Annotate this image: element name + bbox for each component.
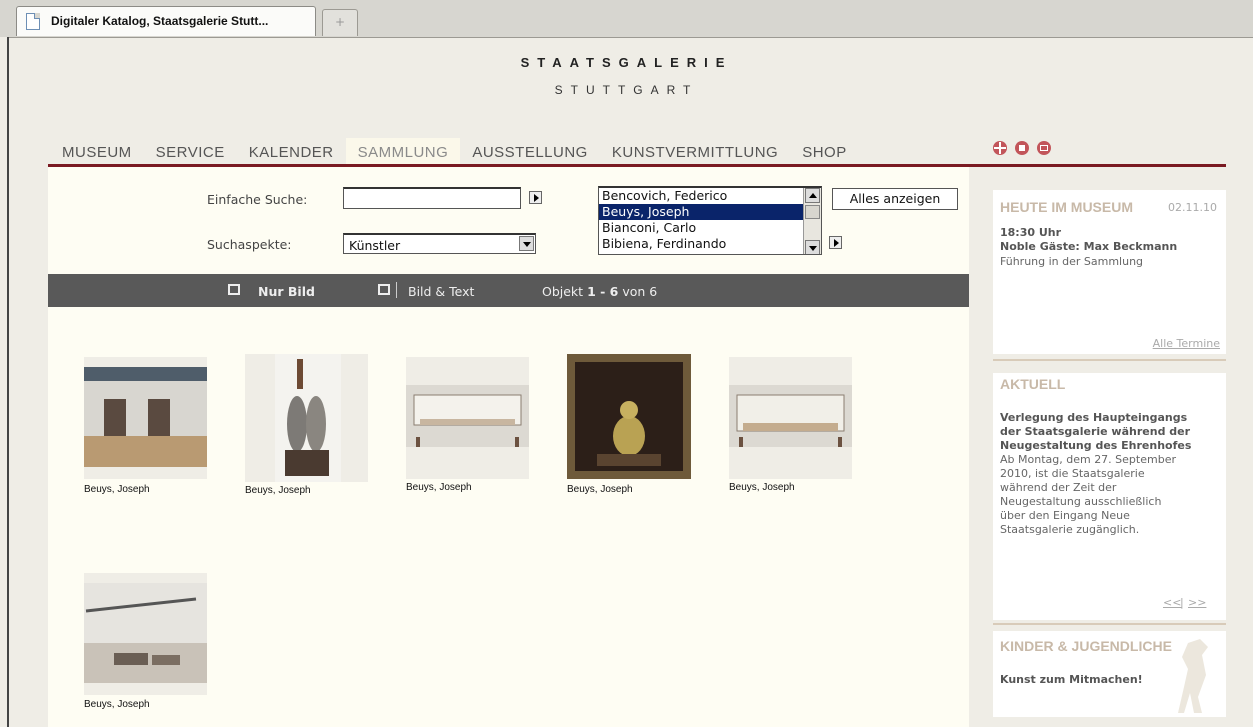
browser-tab-bar: Digitaler Katalog, Staatsgalerie Stutt..… <box>0 0 1253 38</box>
chevron-down-icon[interactable] <box>519 236 534 251</box>
artist-listbox[interactable]: Bencovich, Federico Beuys, Joseph Bianco… <box>598 186 822 255</box>
search-go-button[interactable] <box>529 191 542 204</box>
view-image-text[interactable]: Bild & Text <box>408 284 474 299</box>
kids-figure-icon <box>1178 639 1208 713</box>
uk-flag-icon[interactable] <box>993 141 1007 155</box>
scroll-down-icon[interactable] <box>805 240 820 254</box>
sidebar-divider <box>993 359 1226 361</box>
artist-option[interactable]: Bibiena, Ferdinando <box>599 236 821 252</box>
artist-option-selected[interactable]: Beuys, Joseph <box>599 204 821 220</box>
artwork-caption[interactable]: Beuys, Joseph <box>729 482 795 493</box>
object-count-prefix: Objekt <box>542 284 584 299</box>
artwork-thumbnail[interactable] <box>84 573 207 695</box>
nav-ausstellung[interactable]: AUSSTELLUNG <box>460 138 600 166</box>
artist-option[interactable]: Bencovich, Federico <box>599 188 821 204</box>
today-date: 02.11.10 <box>1168 201 1217 214</box>
browser-tab[interactable]: Digitaler Katalog, Staatsgalerie Stutt..… <box>16 6 316 36</box>
event-time: 18:30 Uhr <box>1000 226 1062 239</box>
news-title: AKTUELL <box>1000 376 1066 392</box>
nav-service[interactable]: SERVICE <box>144 138 237 166</box>
artwork-caption[interactable]: Beuys, Joseph <box>567 484 633 495</box>
news-body-line: Ab Montag, dem 27. September <box>1000 453 1176 466</box>
simple-search-input[interactable] <box>343 187 521 209</box>
object-count-suffix: von 6 <box>622 284 658 299</box>
nav-sammlung[interactable]: SAMMLUNG <box>345 138 461 166</box>
artwork-thumbnail[interactable] <box>406 357 529 479</box>
event-title[interactable]: Noble Gäste: Max Beckmann <box>1000 240 1177 253</box>
artwork-caption[interactable]: Beuys, Joseph <box>84 699 150 710</box>
today-panel: HEUTE IM MUSEUM 02.11.10 18:30 Uhr Noble… <box>993 190 1226 354</box>
news-headline-line[interactable]: der Staatsgalerie während der <box>1000 425 1190 438</box>
artwork-thumbnail[interactable] <box>84 357 207 479</box>
nav-kalender[interactable]: KALENDER <box>237 138 346 166</box>
scroll-thumb[interactable] <box>805 205 820 219</box>
grid-icon[interactable] <box>228 284 240 295</box>
sidebar-divider <box>993 623 1226 625</box>
today-title: HEUTE IM MUSEUM <box>1000 199 1133 215</box>
news-body-line: Neugestaltung ausschließlich <box>1000 495 1162 508</box>
nav-icon-group <box>993 141 1051 155</box>
kids-panel[interactable]: KINDER & JUGENDLICHE Kunst zum Mitmachen… <box>993 631 1226 717</box>
artwork-thumbnail[interactable] <box>729 357 852 479</box>
object-count: Objekt 1 - 6 von 6 <box>542 284 657 299</box>
logo-title[interactable]: STAATSGALERIE <box>0 55 1253 70</box>
all-dates-link[interactable]: Alle Termine <box>1153 337 1220 350</box>
view-separator <box>396 282 397 298</box>
main-navigation: MUSEUM SERVICE KALENDER SAMMLUNG AUSSTEL… <box>48 138 859 166</box>
view-image-only[interactable]: Nur Bild <box>258 284 315 299</box>
page-icon <box>26 13 40 30</box>
news-prev-link[interactable]: << <box>1163 596 1181 609</box>
news-body-line: über den Eingang Neue <box>1000 509 1130 522</box>
news-body-line: Staatsgalerie zugänglich. <box>1000 523 1140 536</box>
artwork-caption[interactable]: Beuys, Joseph <box>84 484 150 495</box>
tab-title: Digitaler Katalog, Staatsgalerie Stutt..… <box>51 14 269 28</box>
nav-kunstvermittlung[interactable]: KUNSTVERMITTLUNG <box>600 138 790 166</box>
event-subtitle: Führung in der Sammlung <box>1000 255 1144 268</box>
nav-museum[interactable]: MUSEUM <box>48 138 144 166</box>
window-frame <box>0 37 9 727</box>
home-icon[interactable] <box>1015 141 1029 155</box>
artwork-caption[interactable]: Beuys, Joseph <box>245 485 311 496</box>
view-toolbar: Nur Bild Bild & Text Objekt 1 - 6 von 6 <box>48 274 969 307</box>
mail-icon[interactable] <box>1037 141 1051 155</box>
artist-go-button[interactable] <box>829 236 842 249</box>
nav-shop[interactable]: SHOP <box>790 138 859 166</box>
artwork-thumbnail[interactable] <box>567 354 691 479</box>
object-range: 1 - 6 <box>587 284 619 299</box>
artist-option[interactable]: Bianconi, Carlo <box>599 220 821 236</box>
news-headline-line[interactable]: Verlegung des Haupteingangs <box>1000 411 1187 424</box>
news-body-line: 2010, ist die Staatsgalerie <box>1000 467 1145 480</box>
new-tab-button[interactable]: + <box>322 9 358 36</box>
scroll-up-icon[interactable] <box>805 188 820 203</box>
artwork-thumbnail[interactable] <box>245 354 368 482</box>
news-panel: AKTUELL Verlegung des Haupteingangs der … <box>993 373 1226 620</box>
news-next-link[interactable]: >> <box>1188 596 1206 609</box>
plus-icon: + <box>334 15 346 29</box>
logo-subtitle[interactable]: STUTTGART <box>0 83 1253 97</box>
news-pager-separator: | <box>1180 596 1184 609</box>
news-headline-line[interactable]: Neugestaltung des Ehrenhofes <box>1000 439 1191 452</box>
kids-text[interactable]: Kunst zum Mitmachen! <box>1000 673 1143 686</box>
simple-search-label: Einfache Suche: <box>207 192 308 207</box>
kids-title[interactable]: KINDER & JUGENDLICHE <box>1000 638 1172 654</box>
list-icon[interactable] <box>378 284 390 295</box>
news-body-line: während der Zeit der <box>1000 481 1117 494</box>
show-all-button[interactable]: Alles anzeigen <box>832 188 958 210</box>
artwork-caption[interactable]: Beuys, Joseph <box>406 482 472 493</box>
search-aspects-value: Künstler <box>349 238 401 253</box>
search-aspects-select[interactable]: Künstler <box>343 233 536 254</box>
search-aspects-label: Suchaspekte: <box>207 237 292 252</box>
listbox-scrollbar[interactable] <box>803 188 821 254</box>
